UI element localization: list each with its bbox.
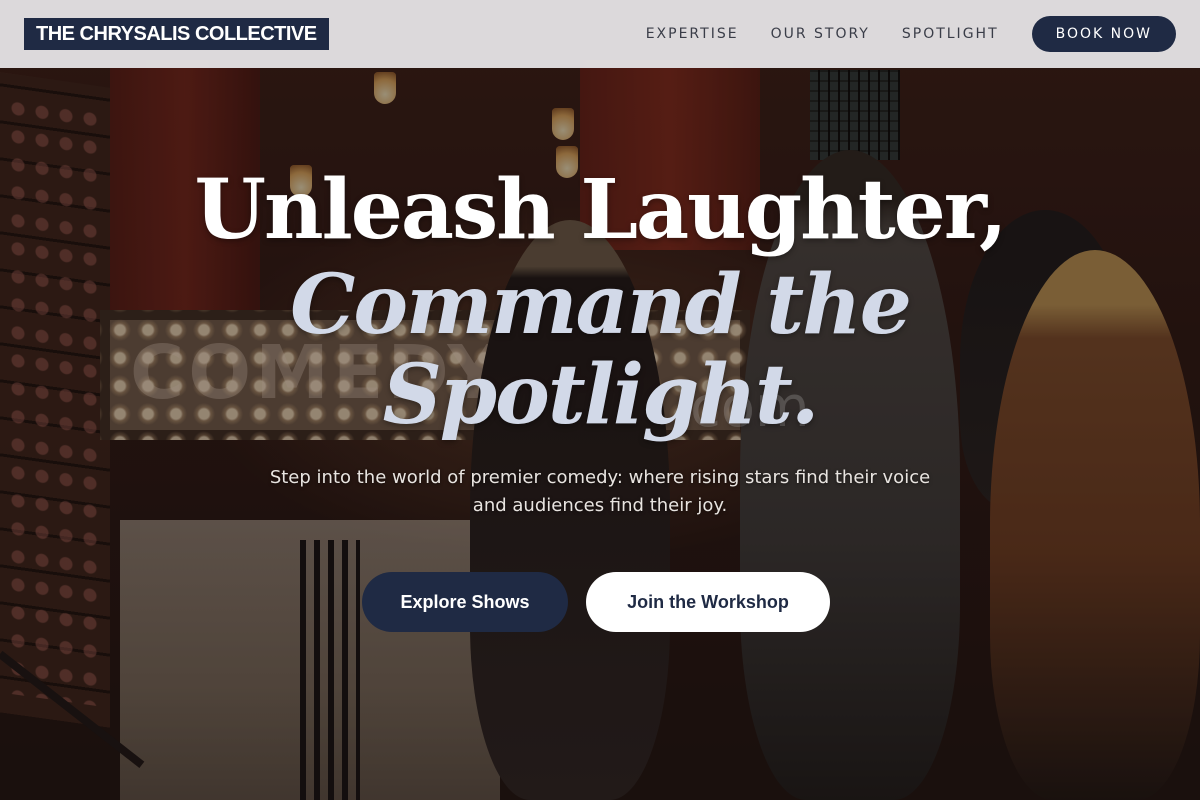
site-header: THE CHRYSALIS COLLECTIVE EXPERTISE OUR S… (0, 0, 1200, 68)
hero-actions: Explore Shows Join the Workshop (0, 572, 1200, 632)
explore-shows-button[interactable]: Explore Shows (362, 572, 568, 632)
nav-link-expertise[interactable]: EXPERTISE (646, 26, 739, 42)
book-now-button[interactable]: BOOK NOW (1031, 16, 1176, 52)
hero-section: Unleash Laughter, Command the Spotlight.… (0, 160, 1200, 632)
hero-headline: Unleash Laughter, (194, 162, 1007, 258)
main-nav: EXPERTISE OUR STORY SPOTLIGHT BOOK NOW (646, 16, 1176, 52)
hero-headline-italic: Command the Spotlight. (290, 257, 912, 443)
join-workshop-button[interactable]: Join the Workshop (586, 572, 830, 632)
brand-logo[interactable]: THE CHRYSALIS COLLECTIVE (24, 18, 329, 50)
nav-link-spotlight[interactable]: SPOTLIGHT (902, 26, 999, 42)
nav-link-our-story[interactable]: OUR STORY (771, 26, 870, 42)
hero-subtitle: Step into the world of premier comedy: w… (269, 467, 931, 516)
